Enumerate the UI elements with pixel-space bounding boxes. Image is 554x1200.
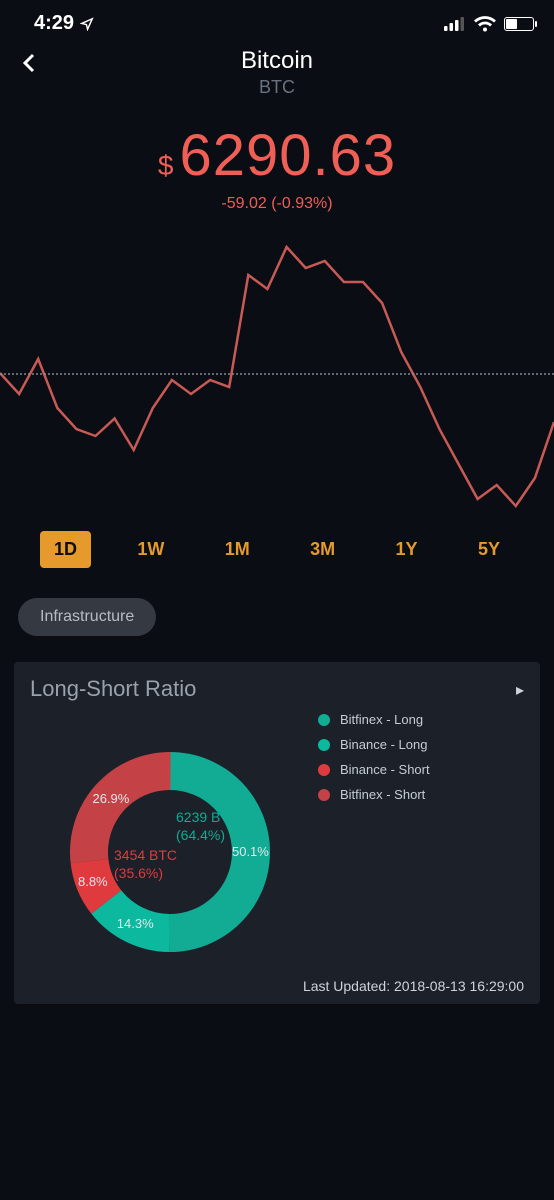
chart-mean-line — [0, 373, 554, 375]
battery-icon — [504, 17, 534, 31]
legend-label: Bitfinex - Long — [340, 712, 423, 727]
slice-label-bitfinex-long: 50.1% — [232, 844, 269, 859]
price-chart[interactable] — [0, 233, 554, 513]
caret-right-icon: ▸ — [516, 680, 524, 700]
legend-dot — [318, 789, 330, 801]
legend-item: Bitfinex - Long — [318, 712, 524, 727]
last-updated: Last Updated: 2018-08-13 16:29:00 — [30, 978, 524, 994]
category-chip[interactable]: Infrastructure — [18, 598, 156, 636]
range-tab-1y[interactable]: 1Y — [382, 531, 432, 568]
price-value: 6290.63 — [179, 122, 396, 189]
range-tab-1d[interactable]: 1D — [40, 531, 91, 568]
cellular-icon — [444, 16, 466, 32]
legend-dot — [318, 714, 330, 726]
legend-item: Binance - Short — [318, 762, 524, 777]
range-tab-5y[interactable]: 5Y — [464, 531, 514, 568]
back-button[interactable] — [18, 51, 42, 75]
donut-chart: 50.1% 14.3% 8.8% 26.9% 6239 BTC (64.4%) … — [30, 712, 310, 972]
legend-dot — [318, 764, 330, 776]
legend-item: Bitfinex - Short — [318, 787, 524, 802]
price-change: -59.02 (-0.93%) — [0, 195, 554, 213]
status-bar: 4:29 — [0, 0, 554, 43]
wifi-icon — [474, 16, 496, 32]
center-short: 3454 BTC (35.6%) — [114, 846, 177, 882]
legend-item: Binance - Long — [318, 737, 524, 752]
range-tab-3m[interactable]: 3M — [296, 531, 349, 568]
legend-label: Binance - Long — [340, 737, 427, 752]
status-time: 4:29 — [34, 12, 74, 35]
panel-title: Long-Short Ratio — [30, 676, 524, 702]
legend-label: Bitfinex - Short — [340, 787, 425, 802]
price-currency: $ — [158, 150, 174, 182]
price-block: $ 6290.63 -59.02 (-0.93%) — [0, 122, 554, 213]
legend-label: Binance - Short — [340, 762, 430, 777]
long-short-panel[interactable]: Long-Short Ratio ▸ 50.1% 14.3% 8.8% 26.9… — [14, 662, 540, 1004]
legend-dot — [318, 739, 330, 751]
legend: Bitfinex - Long Binance - Long Binance - S… — [310, 712, 524, 972]
slice-label-binance-long: 14.3% — [117, 916, 154, 931]
slice-label-bitfinex-short: 26.9% — [92, 791, 129, 806]
range-tab-1w[interactable]: 1W — [123, 531, 178, 568]
range-tabs: 1D 1W 1M 3M 1Y 5Y — [0, 513, 554, 568]
range-tab-1m[interactable]: 1M — [211, 531, 264, 568]
slice-label-binance-short: 8.8% — [78, 874, 108, 889]
center-long: 6239 BTC (64.4%) — [176, 808, 239, 844]
asset-name: Bitcoin — [0, 47, 554, 75]
asset-symbol: BTC — [0, 77, 554, 98]
location-icon — [80, 17, 94, 31]
header: Bitcoin BTC — [0, 43, 554, 100]
